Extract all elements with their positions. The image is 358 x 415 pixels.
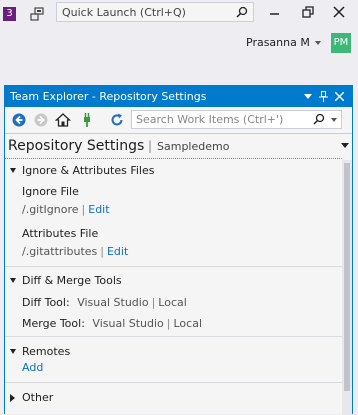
merge-tool-value: Visual Studio — [92, 317, 164, 330]
diff-tool-row: Diff Tool: Visual Studio | Local — [22, 296, 187, 309]
quick-launch-input[interactable]: Quick Launch (Ctrl+Q) — [56, 2, 254, 22]
settings-content: Ignore & Attributes Files Ignore File /.… — [5, 160, 342, 415]
attributes-file-label: Attributes File — [22, 227, 99, 240]
panel-toolbar: Search Work Items (Ctrl+') — [5, 107, 352, 134]
restore-icon[interactable] — [301, 5, 315, 19]
diff-tool-local: Local — [158, 296, 187, 309]
refresh-icon[interactable] — [109, 112, 125, 128]
panel-close-icon[interactable] — [335, 92, 344, 101]
add-remote-link[interactable]: Add — [22, 361, 43, 374]
plug-connect-icon[interactable] — [79, 112, 95, 128]
expanded-triangle-icon[interactable] — [10, 349, 16, 354]
back-icon[interactable] — [11, 112, 27, 128]
expanded-triangle-icon[interactable] — [10, 278, 16, 283]
ignore-file-path: /.gitIgnore — [22, 203, 79, 216]
section-other-title[interactable]: Other — [22, 391, 53, 404]
merge-tool-row: Merge Tool: Visual Studio | Local — [22, 317, 202, 330]
attributes-file-path: /.gitattributes — [22, 245, 98, 258]
vertical-scrollbar[interactable] — [342, 160, 352, 415]
search-icon[interactable] — [236, 6, 248, 18]
pipe-separator: | — [100, 245, 104, 258]
avatar[interactable]: PM — [331, 33, 351, 53]
pipe-separator: | — [166, 317, 171, 330]
section-diff-title[interactable]: Diff & Merge Tools — [22, 274, 122, 287]
attributes-file-row: /.gitattributes | Edit — [22, 245, 128, 258]
diff-tool-value: Visual Studio — [77, 296, 149, 309]
edit-attributes-link[interactable]: Edit — [107, 245, 128, 258]
section-divider — [5, 382, 342, 383]
user-chevron-down-icon[interactable] — [315, 41, 321, 45]
header-separator: | — [148, 139, 153, 153]
panel-titlebar: Team Explorer - Repository Settings — [5, 86, 352, 107]
diff-tool-label: Diff Tool: — [22, 296, 70, 309]
quick-launch-placeholder: Quick Launch (Ctrl+Q) — [62, 6, 186, 19]
search-chevron-down-icon[interactable] — [331, 118, 337, 122]
ignore-file-row: /.gitIgnore | Edit — [22, 203, 110, 216]
minimize-icon[interactable] — [268, 5, 282, 19]
pipe-separator: | — [151, 296, 156, 309]
ignore-file-label: Ignore File — [22, 185, 79, 198]
feedback-icon[interactable] — [29, 6, 45, 22]
pipe-separator: | — [81, 203, 86, 216]
home-icon[interactable] — [55, 112, 71, 128]
section-divider — [5, 336, 342, 337]
section-remotes-title[interactable]: Remotes — [22, 345, 70, 358]
collapsed-triangle-icon[interactable] — [10, 394, 15, 402]
notification-badge[interactable]: 3 — [3, 7, 16, 21]
panel-menu-chevron-down-icon[interactable] — [304, 94, 312, 100]
merge-tool-label: Merge Tool: — [22, 317, 85, 330]
section-divider — [5, 266, 342, 267]
close-icon[interactable] — [332, 5, 346, 19]
search-work-items-input[interactable]: Search Work Items (Ctrl+') — [131, 110, 342, 129]
merge-tool-local: Local — [173, 317, 203, 330]
expanded-triangle-icon[interactable] — [10, 168, 16, 173]
repo-name: Sampledemo — [157, 140, 230, 153]
scrollbar-thumb[interactable] — [344, 163, 350, 391]
pin-icon[interactable] — [319, 91, 328, 102]
user-name[interactable]: Prasanna M — [246, 36, 310, 49]
search-icon[interactable] — [313, 113, 325, 125]
ide-top-bar: 3 Quick Launch (Ctrl+Q) Prasanna M PM — [0, 0, 358, 82]
page-title: Repository Settings — [8, 138, 145, 154]
page-header: Repository Settings | Sampledemo — [5, 134, 349, 159]
team-explorer-panel: Team Explorer - Repository Settings Sear… — [4, 85, 353, 415]
section-ignore-title[interactable]: Ignore & Attributes Files — [22, 164, 154, 177]
page-chevron-down-icon[interactable] — [341, 143, 349, 148]
forward-icon[interactable] — [33, 112, 49, 128]
search-work-items-placeholder: Search Work Items (Ctrl+') — [136, 113, 284, 126]
panel-title: Team Explorer - Repository Settings — [10, 90, 207, 103]
edit-ignore-link[interactable]: Edit — [88, 203, 109, 216]
